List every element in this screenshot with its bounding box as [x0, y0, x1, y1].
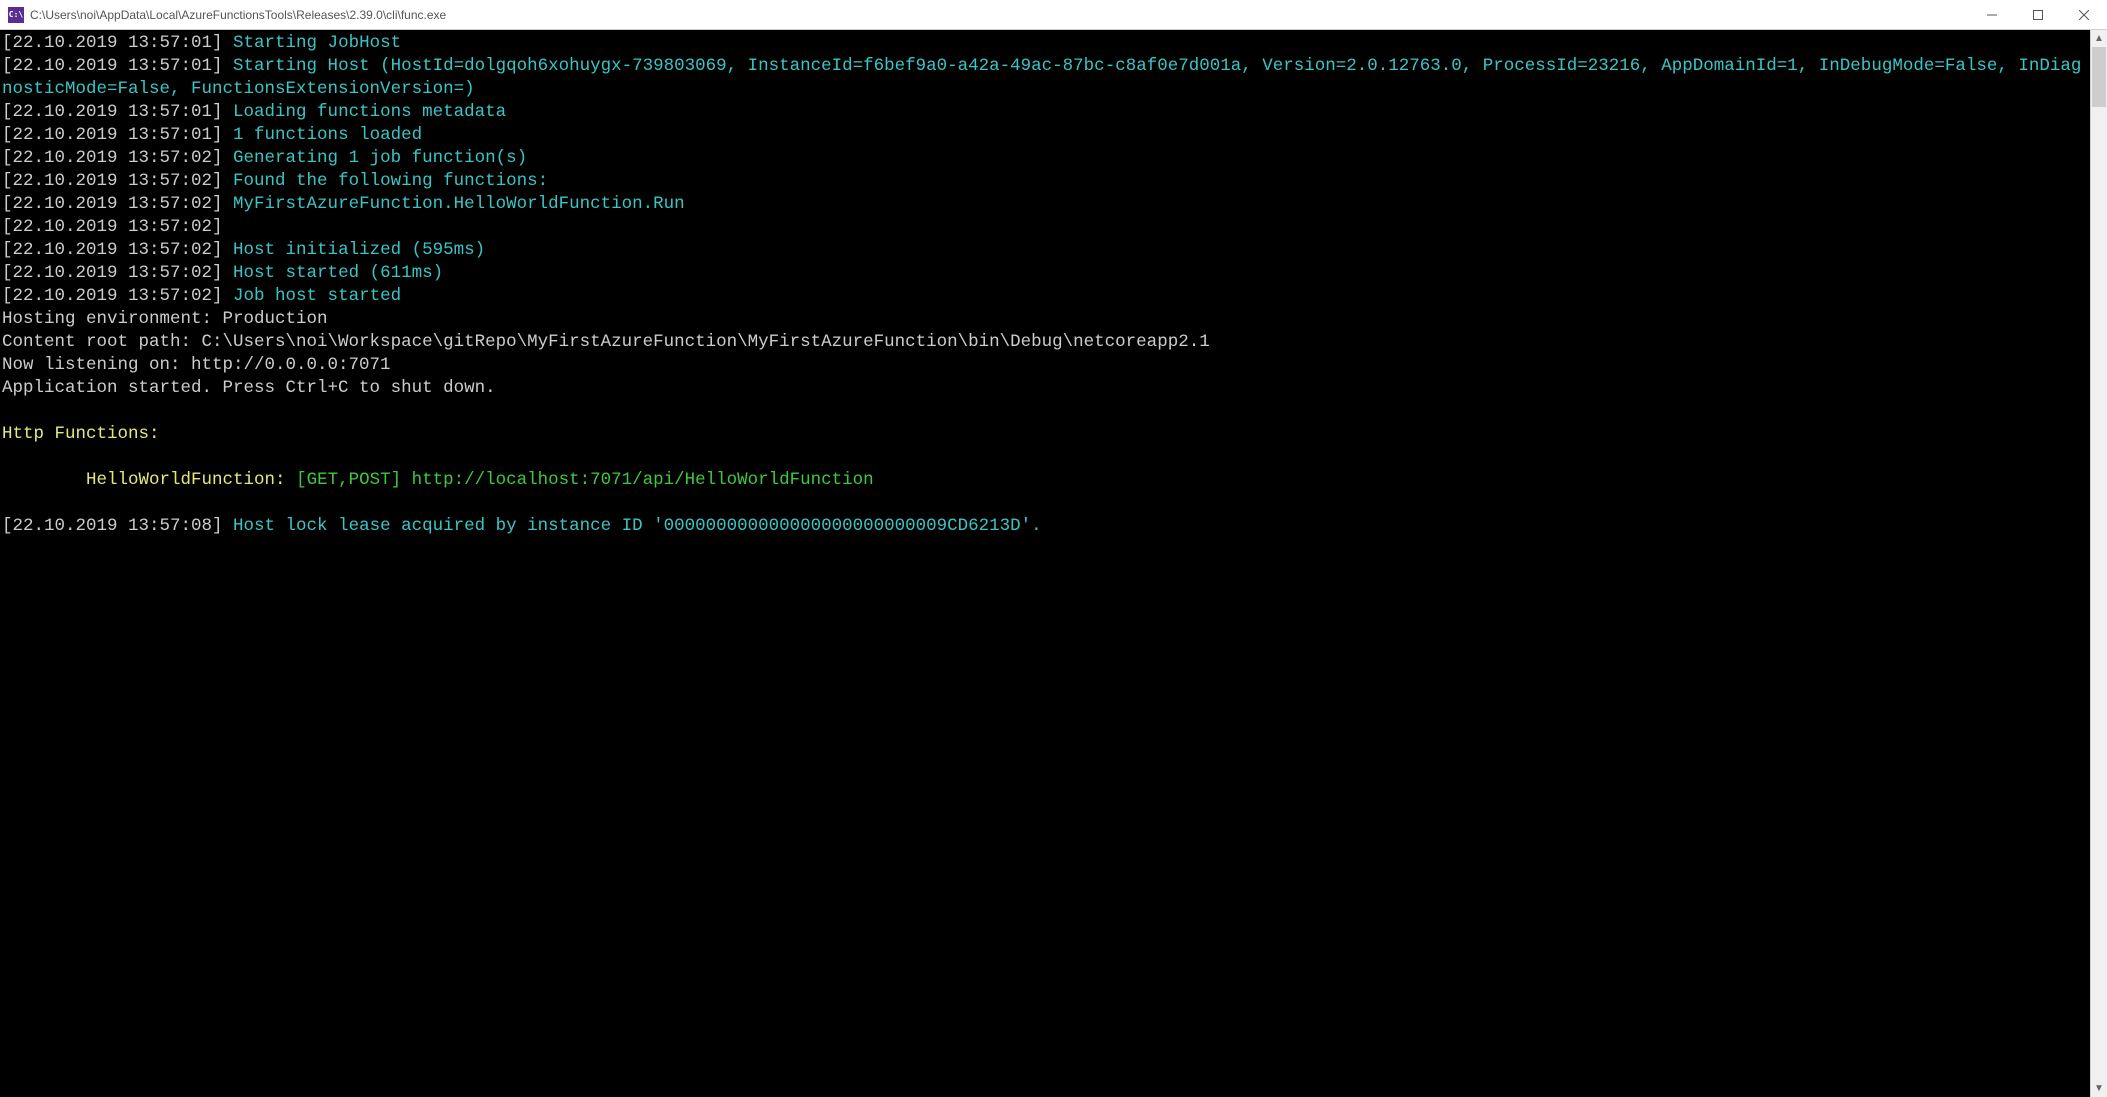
function-name: HelloWorldFunction: [86, 470, 296, 490]
log-message: Loading functions metadata [233, 102, 506, 122]
minimize-icon [1987, 10, 1997, 20]
maximize-button[interactable] [2015, 0, 2061, 29]
log-message: Found the following functions: [233, 171, 548, 191]
close-icon [2079, 10, 2089, 20]
log-timestamp: [22.10.2019 13:57:01] [2, 56, 233, 76]
log-message: Host lock lease acquired by instance ID … [233, 516, 1042, 536]
scroll-thumb[interactable] [2092, 47, 2106, 107]
scroll-up-arrow-icon[interactable]: ▲ [2091, 30, 2107, 47]
window-title: C:\Users\noi\AppData\Local\AzureFunction… [30, 8, 1969, 22]
window-controls [1969, 0, 2107, 29]
function-indent [2, 470, 86, 490]
log-message: Job host started [233, 286, 401, 306]
log-line: Hosting environment: Production [2, 309, 328, 329]
log-line: Application started. Press Ctrl+C to shu… [2, 378, 496, 398]
log-message: Host started (611ms) [233, 263, 443, 283]
log-message: MyFirstAzureFunction.HelloWorldFunction.… [233, 194, 685, 214]
log-line: Content root path: C:\Users\noi\Workspac… [2, 332, 1210, 352]
function-methods: [GET,POST] [296, 470, 412, 490]
log-timestamp: [22.10.2019 13:57:01] [2, 102, 233, 122]
log-timestamp: [22.10.2019 13:57:02] [2, 217, 233, 237]
log-timestamp: [22.10.2019 13:57:02] [2, 171, 233, 191]
app-icon: C:\ [8, 7, 24, 23]
minimize-button[interactable] [1969, 0, 2015, 29]
log-message: 1 functions loaded [233, 125, 422, 145]
log-timestamp: [22.10.2019 13:57:02] [2, 148, 233, 168]
log-timestamp: [22.10.2019 13:57:01] [2, 125, 233, 145]
log-timestamp: [22.10.2019 13:57:02] [2, 240, 233, 260]
log-timestamp: [22.10.2019 13:57:02] [2, 286, 233, 306]
log-timestamp: [22.10.2019 13:57:08] [2, 516, 233, 536]
maximize-icon [2033, 10, 2043, 20]
http-functions-header: Http Functions: [2, 424, 160, 444]
scroll-down-arrow-icon[interactable]: ▼ [2091, 1080, 2107, 1097]
log-timestamp: [22.10.2019 13:57:02] [2, 263, 233, 283]
log-message: Starting JobHost [233, 33, 401, 53]
log-message: Generating 1 job function(s) [233, 148, 527, 168]
console-area: [22.10.2019 13:57:01] Starting JobHost [… [0, 30, 2107, 1097]
console-output[interactable]: [22.10.2019 13:57:01] Starting JobHost [… [0, 30, 2090, 1097]
log-timestamp: [22.10.2019 13:57:02] [2, 194, 233, 214]
vertical-scrollbar[interactable]: ▲ ▼ [2090, 30, 2107, 1097]
log-timestamp: [22.10.2019 13:57:01] [2, 33, 233, 53]
log-message: Host initialized (595ms) [233, 240, 485, 260]
window-titlebar: C:\ C:\Users\noi\AppData\Local\AzureFunc… [0, 0, 2107, 30]
log-line: Now listening on: http://0.0.0.0:7071 [2, 355, 391, 375]
close-button[interactable] [2061, 0, 2107, 29]
function-url: http://localhost:7071/api/HelloWorldFunc… [412, 470, 874, 490]
log-message: Starting Host (HostId=dolgqoh6xohuygx-73… [2, 56, 2081, 99]
